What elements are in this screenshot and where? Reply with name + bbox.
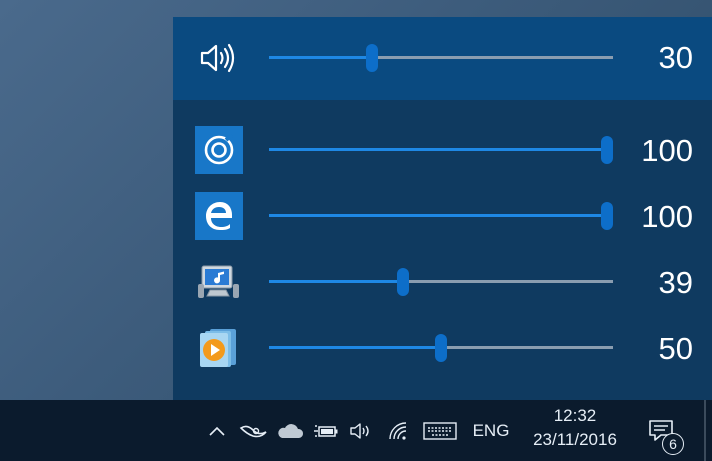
edge-icon[interactable] — [195, 192, 243, 240]
slider-fill — [269, 214, 613, 217]
slider-fill — [269, 280, 403, 283]
system-sounds-volume-value: 39 — [658, 265, 693, 300]
windows-media-player-icon[interactable] — [195, 324, 243, 372]
groove-volume-value: 100 — [641, 133, 693, 168]
slider-thumb[interactable] — [601, 136, 613, 164]
power-battery-icon[interactable] — [310, 400, 342, 461]
notification-count-badge: 6 — [662, 433, 684, 455]
media-player-volume-slider[interactable] — [269, 334, 613, 362]
media-player-volume-value: 50 — [658, 331, 693, 366]
groove-music-icon[interactable] — [195, 126, 243, 174]
slider-fill — [269, 56, 372, 59]
language-label: ENG — [472, 420, 510, 440]
slider-fill — [269, 346, 441, 349]
people-bird-icon[interactable] — [236, 400, 272, 461]
master-volume-slider[interactable] — [269, 44, 613, 72]
taskbar-clock[interactable]: 12:32 23/11/2016 — [520, 404, 630, 452]
wifi-network-icon[interactable] — [384, 400, 414, 461]
app-volume-row-edge: 100 — [173, 186, 712, 246]
slider-thumb[interactable] — [601, 202, 613, 230]
speaker-icon[interactable] — [195, 34, 243, 82]
touch-keyboard-icon[interactable] — [420, 400, 460, 461]
onedrive-cloud-icon[interactable] — [274, 400, 306, 461]
show-desktop-edge[interactable] — [704, 400, 706, 461]
clock-date: 23/11/2016 — [533, 430, 617, 449]
volume-icon[interactable] — [346, 400, 376, 461]
master-volume-row: 30 — [173, 28, 712, 88]
system-sounds-icon[interactable] — [195, 258, 243, 306]
slider-thumb[interactable] — [397, 268, 409, 296]
app-volume-row-system-sounds: 39 — [173, 252, 712, 312]
edge-volume-value: 100 — [641, 199, 693, 234]
slider-thumb[interactable] — [366, 44, 378, 72]
master-volume-value: 30 — [658, 40, 693, 75]
app-volume-row-groove: 100 — [173, 120, 712, 180]
slider-fill — [269, 148, 613, 151]
system-sounds-volume-slider[interactable] — [269, 268, 613, 296]
app-volume-row-media-player: 50 — [173, 318, 712, 378]
slider-thumb[interactable] — [435, 334, 447, 362]
volume-mixer-flyout: 30 100 100 39 50 — [173, 17, 712, 400]
show-hidden-icons-chevron-icon[interactable] — [204, 400, 230, 461]
edge-volume-slider[interactable] — [269, 202, 613, 230]
groove-volume-slider[interactable] — [269, 136, 613, 164]
clock-time: 12:32 — [553, 406, 597, 425]
input-language-indicator[interactable]: ENG — [468, 400, 514, 461]
